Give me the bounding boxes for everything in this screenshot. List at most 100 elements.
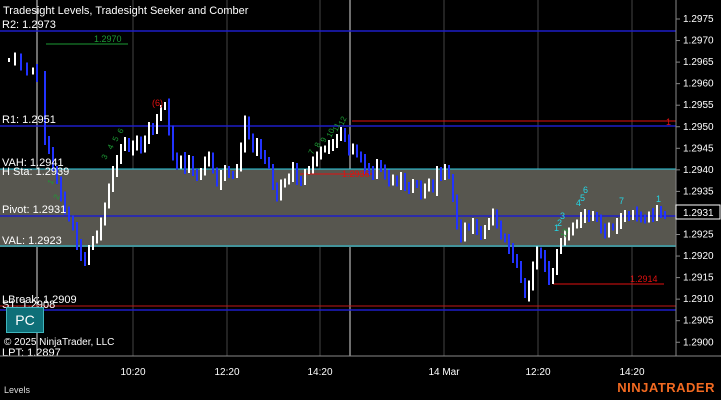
price-bar bbox=[172, 125, 174, 161]
price-bar bbox=[396, 175, 398, 187]
time-label: 10:20 bbox=[120, 367, 145, 378]
time-label: 14 Mar bbox=[428, 367, 460, 378]
red-ref-label: 1.2936 bbox=[342, 169, 370, 179]
price-bar bbox=[660, 206, 662, 218]
price-bar bbox=[216, 167, 218, 187]
price-bar bbox=[488, 218, 490, 230]
price-bar bbox=[588, 210, 590, 222]
price-bar bbox=[288, 173, 290, 185]
price-bar bbox=[244, 115, 246, 153]
price-bar bbox=[184, 152, 186, 174]
price-bar bbox=[608, 222, 610, 238]
price-bar bbox=[32, 67, 34, 75]
price-bar bbox=[632, 210, 634, 220]
price-bar bbox=[448, 165, 450, 179]
price-bar bbox=[68, 206, 70, 222]
price-tick-label: 1.2940 bbox=[683, 165, 714, 176]
price-bar bbox=[236, 164, 238, 178]
price-bar bbox=[412, 179, 414, 193]
r2-label: R2: 1.2973 bbox=[2, 19, 56, 31]
price-bar bbox=[656, 205, 658, 221]
price-bar bbox=[328, 140, 330, 154]
price-bar bbox=[504, 233, 506, 243]
price-bar bbox=[168, 98, 170, 136]
price-bar bbox=[352, 143, 354, 155]
price-bar bbox=[544, 250, 546, 272]
price-bar bbox=[120, 144, 122, 164]
price-bar bbox=[128, 138, 130, 152]
price-bar bbox=[88, 245, 90, 265]
price-bar bbox=[276, 182, 278, 202]
price-bar bbox=[200, 168, 202, 180]
price-bar bbox=[292, 162, 294, 182]
price-bar bbox=[560, 238, 562, 254]
ninjatrader-logo: NINJATRADER bbox=[617, 380, 715, 395]
price-tick-label: 1.2960 bbox=[683, 79, 714, 90]
price-tick-label: 1.2945 bbox=[683, 143, 714, 154]
pc-button[interactable]: PC bbox=[6, 307, 44, 333]
price-bar bbox=[392, 174, 394, 186]
price-bar bbox=[616, 218, 618, 234]
time-label: 12:20 bbox=[214, 367, 239, 378]
r1-label: R1: 1.2951 bbox=[2, 114, 56, 126]
green-ref-label: 1.2970 bbox=[94, 34, 122, 44]
seeker-number: 7 bbox=[619, 196, 624, 206]
price-bar bbox=[432, 179, 434, 193]
price-bar bbox=[116, 155, 118, 177]
price-bar bbox=[436, 166, 438, 196]
price-bar bbox=[308, 166, 310, 174]
price-tick-label: 1.2905 bbox=[683, 316, 714, 327]
price-bar bbox=[452, 174, 454, 202]
pivot-label: Pivot: 1.2931 bbox=[2, 204, 66, 216]
price-bar bbox=[604, 223, 606, 239]
price-bar bbox=[492, 208, 494, 226]
price-bar bbox=[108, 183, 110, 209]
price-bar bbox=[96, 230, 98, 244]
price-bar bbox=[528, 280, 530, 302]
price-bar bbox=[576, 219, 578, 229]
price-bar bbox=[264, 150, 266, 164]
price-bar bbox=[132, 140, 134, 156]
price-bar bbox=[460, 219, 462, 243]
price-bar bbox=[524, 278, 526, 298]
price-bar bbox=[76, 222, 78, 250]
price-bar bbox=[620, 213, 622, 229]
time-label: 14:20 bbox=[307, 367, 332, 378]
current-price-label: 1.2931 bbox=[683, 208, 714, 219]
price-bar bbox=[304, 169, 306, 185]
price-bar bbox=[356, 144, 358, 158]
val-label: VAL: 1.2923 bbox=[2, 235, 62, 247]
price-bar bbox=[648, 211, 650, 223]
price-bar bbox=[204, 156, 206, 176]
price-bar bbox=[592, 211, 594, 221]
price-bar bbox=[376, 159, 378, 179]
price-bar bbox=[8, 58, 10, 62]
price-bar bbox=[260, 139, 262, 159]
price-bar bbox=[344, 128, 346, 142]
price-tick-label: 1.2910 bbox=[683, 294, 714, 305]
levels-tab[interactable]: Levels bbox=[4, 385, 30, 395]
price-bar bbox=[556, 249, 558, 275]
price-bar bbox=[408, 182, 410, 194]
price-bar bbox=[484, 225, 486, 239]
price-bar bbox=[84, 252, 86, 266]
price-bar bbox=[512, 243, 514, 263]
time-label: 14:20 bbox=[619, 367, 644, 378]
price-tick-label: 1.2935 bbox=[683, 186, 714, 197]
price-bar bbox=[300, 176, 302, 186]
price-bar bbox=[156, 114, 158, 134]
price-bar bbox=[384, 164, 386, 180]
price-bar bbox=[416, 180, 418, 188]
seeker-number: 6 bbox=[583, 185, 588, 195]
price-bar bbox=[240, 142, 242, 172]
price-tick-label: 1.2950 bbox=[683, 122, 714, 133]
price-bar bbox=[312, 156, 314, 174]
price-tick-label: 1.2900 bbox=[683, 337, 714, 348]
price-bar bbox=[252, 133, 254, 153]
price-chart[interactable]: Tradesight Levels, Tradesight Seeker and… bbox=[0, 0, 721, 400]
price-bar bbox=[336, 134, 338, 148]
price-bar bbox=[548, 261, 550, 285]
price-bar bbox=[404, 173, 406, 191]
time-label: 12:20 bbox=[525, 367, 550, 378]
price-bar bbox=[248, 116, 250, 140]
